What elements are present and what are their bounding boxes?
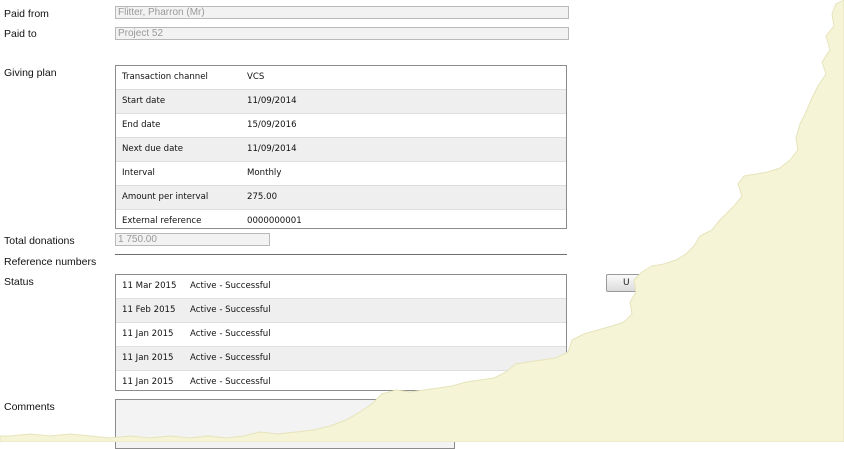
giving-plan-row: End date 15/09/2016 <box>116 114 566 138</box>
giving-plan-row-label: Interval <box>122 168 155 178</box>
giving-plan-row-label: End date <box>122 120 161 130</box>
giving-plan-row-label: Amount per interval <box>122 192 209 202</box>
status-label: Status <box>4 276 34 288</box>
paid-from-label: Paid from <box>4 8 49 20</box>
status-row: 11 Jan 2015 Active - Successful <box>116 371 566 394</box>
giving-plan-row-value: VCS <box>247 72 265 82</box>
status-history-table: 11 Mar 2015 Active - Successful 11 Feb 20… <box>115 274 567 391</box>
total-donations-label: Total donations <box>4 235 75 247</box>
giving-plan-row-label: Next due date <box>122 144 184 154</box>
status-row-date: 11 Jan 2015 <box>122 329 174 339</box>
reference-numbers-divider <box>115 254 567 255</box>
giving-plan-row: Start date 11/09/2014 <box>116 90 566 114</box>
giving-plan-row-label: Transaction channel <box>122 72 208 82</box>
paid-to-label: Paid to <box>4 28 37 40</box>
giving-plan-row-value: 15/09/2016 <box>247 120 297 130</box>
status-row-date: 11 Jan 2015 <box>122 377 174 387</box>
giving-plan-row-value: 11/09/2014 <box>247 96 297 106</box>
status-row-status: Active - Successful <box>190 281 271 291</box>
status-row-status: Active - Successful <box>190 353 271 363</box>
giving-plan-row-label: Start date <box>122 96 166 106</box>
status-row-status: Active - Successful <box>190 305 271 315</box>
giving-plan-row-label: External reference <box>122 216 202 226</box>
status-row-date: 11 Jan 2015 <box>122 353 174 363</box>
giving-plan-row: Interval Monthly <box>116 162 566 186</box>
giving-plan-row-value: 0000000001 <box>247 216 302 226</box>
status-row: 11 Jan 2015 Active - Successful <box>116 347 566 371</box>
giving-plan-row: Transaction channel VCS <box>116 66 566 90</box>
status-row: 11 Jan 2015 Active - Successful <box>116 323 566 347</box>
paid-to-field[interactable]: Project 52 <box>115 27 569 40</box>
status-row: 11 Mar 2015 Active - Successful <box>116 275 566 299</box>
reference-numbers-label: Reference numbers <box>4 256 97 268</box>
giving-plan-row: Next due date 11/09/2014 <box>116 138 566 162</box>
giving-plan-row-value: Monthly <box>247 168 282 178</box>
status-row-date: 11 Feb 2015 <box>122 305 176 315</box>
total-donations-field[interactable]: 1 750.00 <box>115 233 270 246</box>
update-button[interactable]: U <box>606 274 658 292</box>
status-row-date: 11 Mar 2015 <box>122 281 177 291</box>
status-row-status: Active - Successful <box>190 329 271 339</box>
giving-plan-row: External reference 0000000001 <box>116 210 566 233</box>
giving-plan-label: Giving plan <box>4 67 57 79</box>
giving-plan-row-value: 275.00 <box>247 192 278 202</box>
status-row: 11 Feb 2015 Active - Successful <box>116 299 566 323</box>
paid-from-field[interactable]: Flitter, Pharron (Mr) <box>115 6 569 19</box>
giving-plan-table: Transaction channel VCS Start date 11/09/2… <box>115 65 567 229</box>
giving-plan-row-value: 11/09/2014 <box>247 144 297 154</box>
comments-label: Comments <box>4 401 55 413</box>
status-row-status: Active - Successful <box>190 377 271 387</box>
giving-plan-row: Amount per interval 275.00 <box>116 186 566 210</box>
